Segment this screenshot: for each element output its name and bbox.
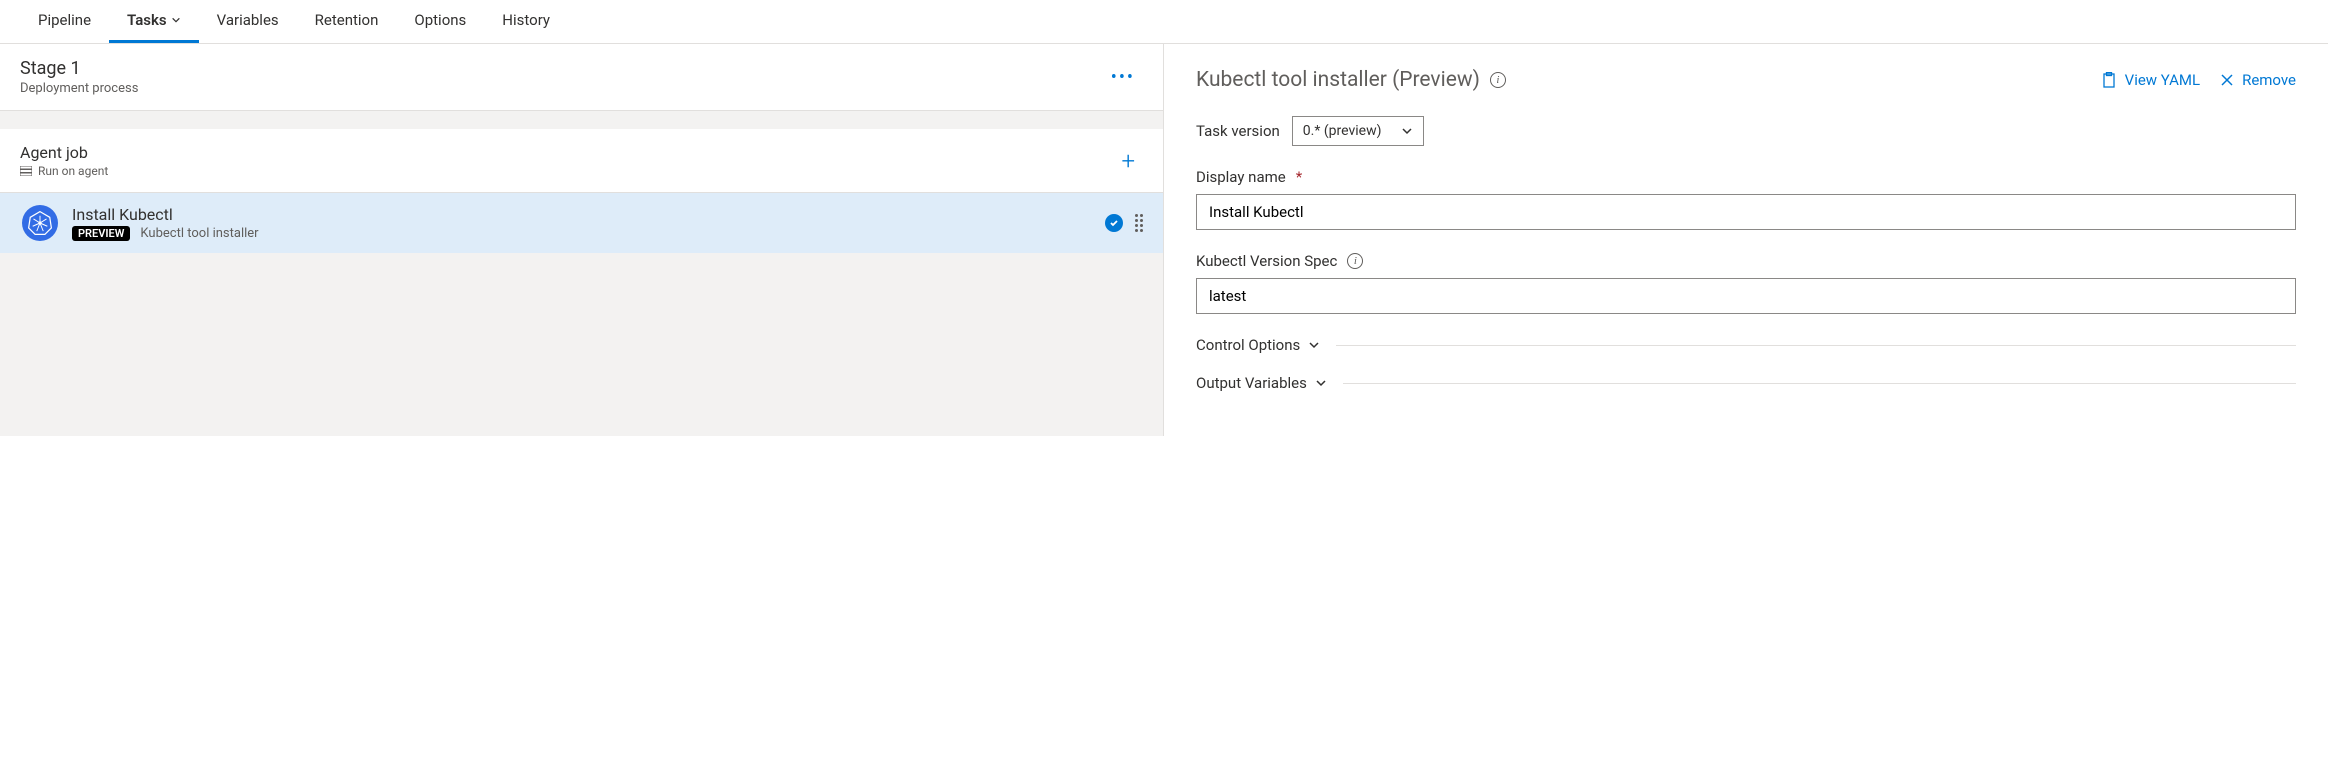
chevron-down-icon <box>1315 377 1327 389</box>
stage-subtitle: Deployment process <box>20 81 138 96</box>
tab-tasks[interactable]: Tasks <box>109 0 199 43</box>
tab-variables[interactable]: Variables <box>199 0 297 43</box>
tab-history[interactable]: History <box>484 0 568 43</box>
tab-pipeline[interactable]: Pipeline <box>20 0 109 43</box>
tab-tasks-label: Tasks <box>127 11 167 29</box>
divider <box>1343 383 2296 384</box>
task-sub-row: PREVIEW Kubectl tool installer <box>72 226 1091 241</box>
panel-title-row: Kubectl tool installer (Preview) i <box>1196 68 1506 92</box>
job-block[interactable]: Agent job Run on agent + <box>0 129 1163 193</box>
job-title: Agent job <box>20 143 108 162</box>
more-menu-button[interactable]: ••• <box>1103 63 1143 92</box>
task-description: Kubectl tool installer <box>140 226 258 241</box>
kubernetes-icon <box>22 205 58 241</box>
display-name-group: Display name * <box>1196 168 2296 230</box>
view-yaml-button[interactable]: View YAML <box>2101 71 2200 89</box>
display-name-label: Display name <box>1196 168 1286 186</box>
control-options-section[interactable]: Control Options <box>1196 336 2296 354</box>
control-options-label: Control Options <box>1196 336 1300 354</box>
divider <box>1336 345 2296 346</box>
info-icon[interactable]: i <box>1347 253 1363 269</box>
preview-badge: PREVIEW <box>72 226 130 241</box>
output-variables-label: Output Variables <box>1196 374 1307 392</box>
tabs-bar: Pipeline Tasks Variables Retention Optio… <box>0 0 2328 44</box>
info-icon[interactable]: i <box>1490 72 1506 88</box>
task-version-select[interactable]: 0.* (preview) <box>1292 116 1425 146</box>
chevron-down-icon <box>171 15 181 25</box>
task-version-label: Task version <box>1196 122 1280 140</box>
version-spec-input[interactable] <box>1196 278 2296 314</box>
drag-handle-icon[interactable] <box>1135 214 1143 232</box>
task-version-row: Task version 0.* (preview) <box>1196 116 2296 146</box>
stage-text: Stage 1 Deployment process <box>20 58 138 96</box>
right-panel: Kubectl tool installer (Preview) i View … <box>1164 44 2328 436</box>
version-spec-label-row: Kubectl Version Spec i <box>1196 252 2296 270</box>
remove-label: Remove <box>2242 71 2296 89</box>
task-actions <box>1105 214 1143 232</box>
clipboard-icon <box>2101 72 2117 88</box>
left-panel: Stage 1 Deployment process ••• Agent job… <box>0 44 1164 436</box>
close-icon <box>2220 73 2234 87</box>
chevron-down-icon <box>1308 339 1320 351</box>
main-layout: Stage 1 Deployment process ••• Agent job… <box>0 44 2328 436</box>
stage-title: Stage 1 <box>20 58 138 79</box>
panel-title: Kubectl tool installer (Preview) <box>1196 68 1480 92</box>
job-subtitle: Run on agent <box>38 164 108 178</box>
chevron-down-icon <box>1401 125 1413 137</box>
task-version-value: 0.* (preview) <box>1303 123 1382 139</box>
task-title: Install Kubectl <box>72 205 1091 224</box>
view-yaml-label: View YAML <box>2125 71 2200 89</box>
job-subtitle-row: Run on agent <box>20 164 108 178</box>
task-info: Install Kubectl PREVIEW Kubectl tool ins… <box>72 205 1091 241</box>
tab-retention[interactable]: Retention <box>297 0 397 43</box>
required-marker: * <box>1296 168 1302 186</box>
display-name-label-row: Display name * <box>1196 168 2296 186</box>
check-icon <box>1105 214 1123 232</box>
job-text: Agent job Run on agent <box>20 143 108 178</box>
panel-header: Kubectl tool installer (Preview) i View … <box>1196 68 2296 92</box>
add-task-button[interactable]: + <box>1113 147 1143 175</box>
tab-options[interactable]: Options <box>396 0 484 43</box>
server-icon <box>20 166 32 176</box>
display-name-input[interactable] <box>1196 194 2296 230</box>
task-row[interactable]: Install Kubectl PREVIEW Kubectl tool ins… <box>0 193 1163 253</box>
remove-button[interactable]: Remove <box>2220 71 2296 89</box>
version-spec-group: Kubectl Version Spec i <box>1196 252 2296 314</box>
panel-actions: View YAML Remove <box>2101 71 2296 89</box>
output-variables-section[interactable]: Output Variables <box>1196 374 2296 392</box>
version-spec-label: Kubectl Version Spec <box>1196 252 1337 270</box>
stage-block[interactable]: Stage 1 Deployment process ••• <box>0 44 1163 111</box>
